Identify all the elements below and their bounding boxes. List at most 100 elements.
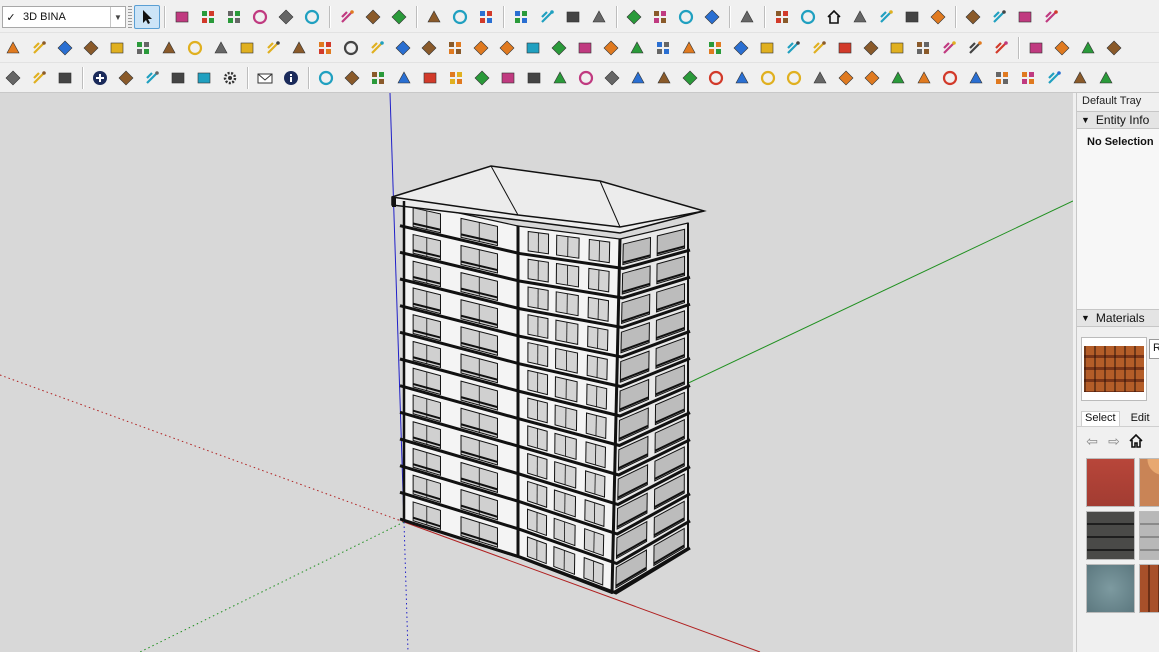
tab-select[interactable]: Select <box>1081 411 1120 426</box>
hook-yellow-button[interactable] <box>520 36 546 60</box>
wireframe-button[interactable] <box>960 5 986 29</box>
sunset-button[interactable] <box>139 66 165 90</box>
apartment-building-model[interactable] <box>391 165 707 595</box>
scale-button[interactable] <box>386 5 412 29</box>
arrows-right-button[interactable] <box>911 66 937 90</box>
material-swatch-patina-blue[interactable] <box>1086 564 1135 613</box>
chevron-shape-button[interactable] <box>833 66 859 90</box>
flag-button[interactable] <box>234 36 260 60</box>
plane-green-button[interactable] <box>78 36 104 60</box>
box-plus-button[interactable] <box>1101 36 1127 60</box>
move-orange-button[interactable] <box>365 66 391 90</box>
shaded-button[interactable] <box>1012 5 1038 29</box>
pan-button[interactable] <box>534 5 560 29</box>
fillet-button[interactable] <box>312 36 338 60</box>
rect-red-button[interactable] <box>182 36 208 60</box>
triangle-cyan-button[interactable] <box>442 36 468 60</box>
rotate-button[interactable] <box>360 5 386 29</box>
star-cyan-button[interactable] <box>598 36 624 60</box>
material-swatch-clay-shingle[interactable] <box>1139 458 1159 507</box>
cubes-red-button[interactable] <box>702 36 728 60</box>
frame-blue-button[interactable] <box>806 36 832 60</box>
columns-alt-button[interactable] <box>755 66 781 90</box>
chevron-down-icon[interactable]: ▼ <box>110 7 125 27</box>
plane-blue-button[interactable] <box>0 36 26 60</box>
layers-button[interactable] <box>647 5 673 29</box>
plane-cyan-button[interactable] <box>26 36 52 60</box>
sections-button[interactable] <box>673 5 699 29</box>
diamond-yellow-button[interactable] <box>754 36 780 60</box>
box-iso-button[interactable] <box>495 66 521 90</box>
hand-button[interactable] <box>781 66 807 90</box>
arc-open-button[interactable] <box>547 66 573 90</box>
box-tan-button[interactable] <box>260 36 286 60</box>
entity-info-header[interactable]: ▼ Entity Info <box>1077 111 1159 129</box>
current-material-frame[interactable] <box>1081 337 1147 401</box>
arc-gray-button[interactable] <box>443 66 469 90</box>
iso-view-button[interactable] <box>769 5 795 29</box>
account-button[interactable] <box>734 5 760 29</box>
upload-cloud-button[interactable] <box>191 66 217 90</box>
stripes-alt-button[interactable] <box>1093 66 1119 90</box>
ramp-button[interactable] <box>963 66 989 90</box>
plane-red-button[interactable] <box>104 36 130 60</box>
stack-button[interactable] <box>52 66 78 90</box>
stripes-button[interactable] <box>885 66 911 90</box>
orbit-button[interactable] <box>508 5 534 29</box>
arrows-alt-button[interactable] <box>937 66 963 90</box>
chain-button[interactable] <box>286 36 312 60</box>
back-view-button[interactable] <box>847 5 873 29</box>
plane-outline-button[interactable] <box>130 36 156 60</box>
styles-button[interactable] <box>699 5 725 29</box>
mail-button[interactable] <box>252 66 278 90</box>
extension-button[interactable] <box>1038 5 1064 29</box>
move-button[interactable] <box>334 5 360 29</box>
material-swatch-brick-red[interactable] <box>1086 458 1135 507</box>
left-view-button[interactable] <box>873 5 899 29</box>
material-swatch-terracotta-tile[interactable] <box>1139 564 1159 613</box>
stripes-dark-button[interactable] <box>1067 66 1093 90</box>
tape-measure-button[interactable] <box>421 5 447 29</box>
scene-canvas[interactable] <box>0 93 1073 652</box>
bars-alt-button[interactable] <box>1041 66 1067 90</box>
cross-green-button[interactable] <box>390 36 416 60</box>
paint-bucket-button[interactable] <box>473 5 499 29</box>
cubes-pink-button[interactable] <box>728 36 754 60</box>
undo-curve-button[interactable] <box>156 36 182 60</box>
home-icon[interactable] <box>1127 432 1145 450</box>
select-button[interactable] <box>134 5 160 29</box>
shape-green-button[interactable] <box>650 36 676 60</box>
bars-button[interactable] <box>1015 66 1041 90</box>
boxes-gray-button[interactable] <box>1049 36 1075 60</box>
cross-blue-button[interactable] <box>416 36 442 60</box>
triangle-green-button[interactable] <box>468 36 494 60</box>
zoom-button[interactable] <box>560 5 586 29</box>
curl-button[interactable] <box>651 66 677 90</box>
push-pull-button[interactable] <box>273 5 299 29</box>
wedge-button[interactable] <box>989 66 1015 90</box>
hook-orange-button[interactable] <box>546 36 572 60</box>
line-button[interactable] <box>195 5 221 29</box>
collapse-triangle-icon[interactable]: ▼ <box>1081 115 1090 125</box>
back-arrow-icon[interactable]: ⇦ <box>1083 432 1101 450</box>
materials-header[interactable]: ▼ Materials <box>1077 309 1159 327</box>
sphere-button[interactable] <box>521 66 547 90</box>
dots-orange-button[interactable] <box>780 36 806 60</box>
zoom-extents-button[interactable] <box>586 5 612 29</box>
triangle-gray-button[interactable] <box>703 66 729 90</box>
loop-blue-button[interactable] <box>572 36 598 60</box>
polyline-button[interactable] <box>338 36 364 60</box>
house-outline-button[interactable] <box>677 66 703 90</box>
corner-red-button[interactable] <box>599 66 625 90</box>
refresh-orange-button[interactable] <box>0 66 26 90</box>
curve-red-button[interactable] <box>469 66 495 90</box>
home-view-button[interactable] <box>821 5 847 29</box>
warning-button[interactable] <box>494 36 520 60</box>
knife-button[interactable] <box>625 66 651 90</box>
forward-arrow-icon[interactable]: ⇨ <box>1105 432 1123 450</box>
grid-orange-button[interactable] <box>832 36 858 60</box>
grid-yellow-button[interactable] <box>858 36 884 60</box>
material-swatch-slate-dark[interactable] <box>1086 511 1135 560</box>
shape-button[interactable] <box>247 5 273 29</box>
toolbar-grip[interactable] <box>128 6 132 28</box>
